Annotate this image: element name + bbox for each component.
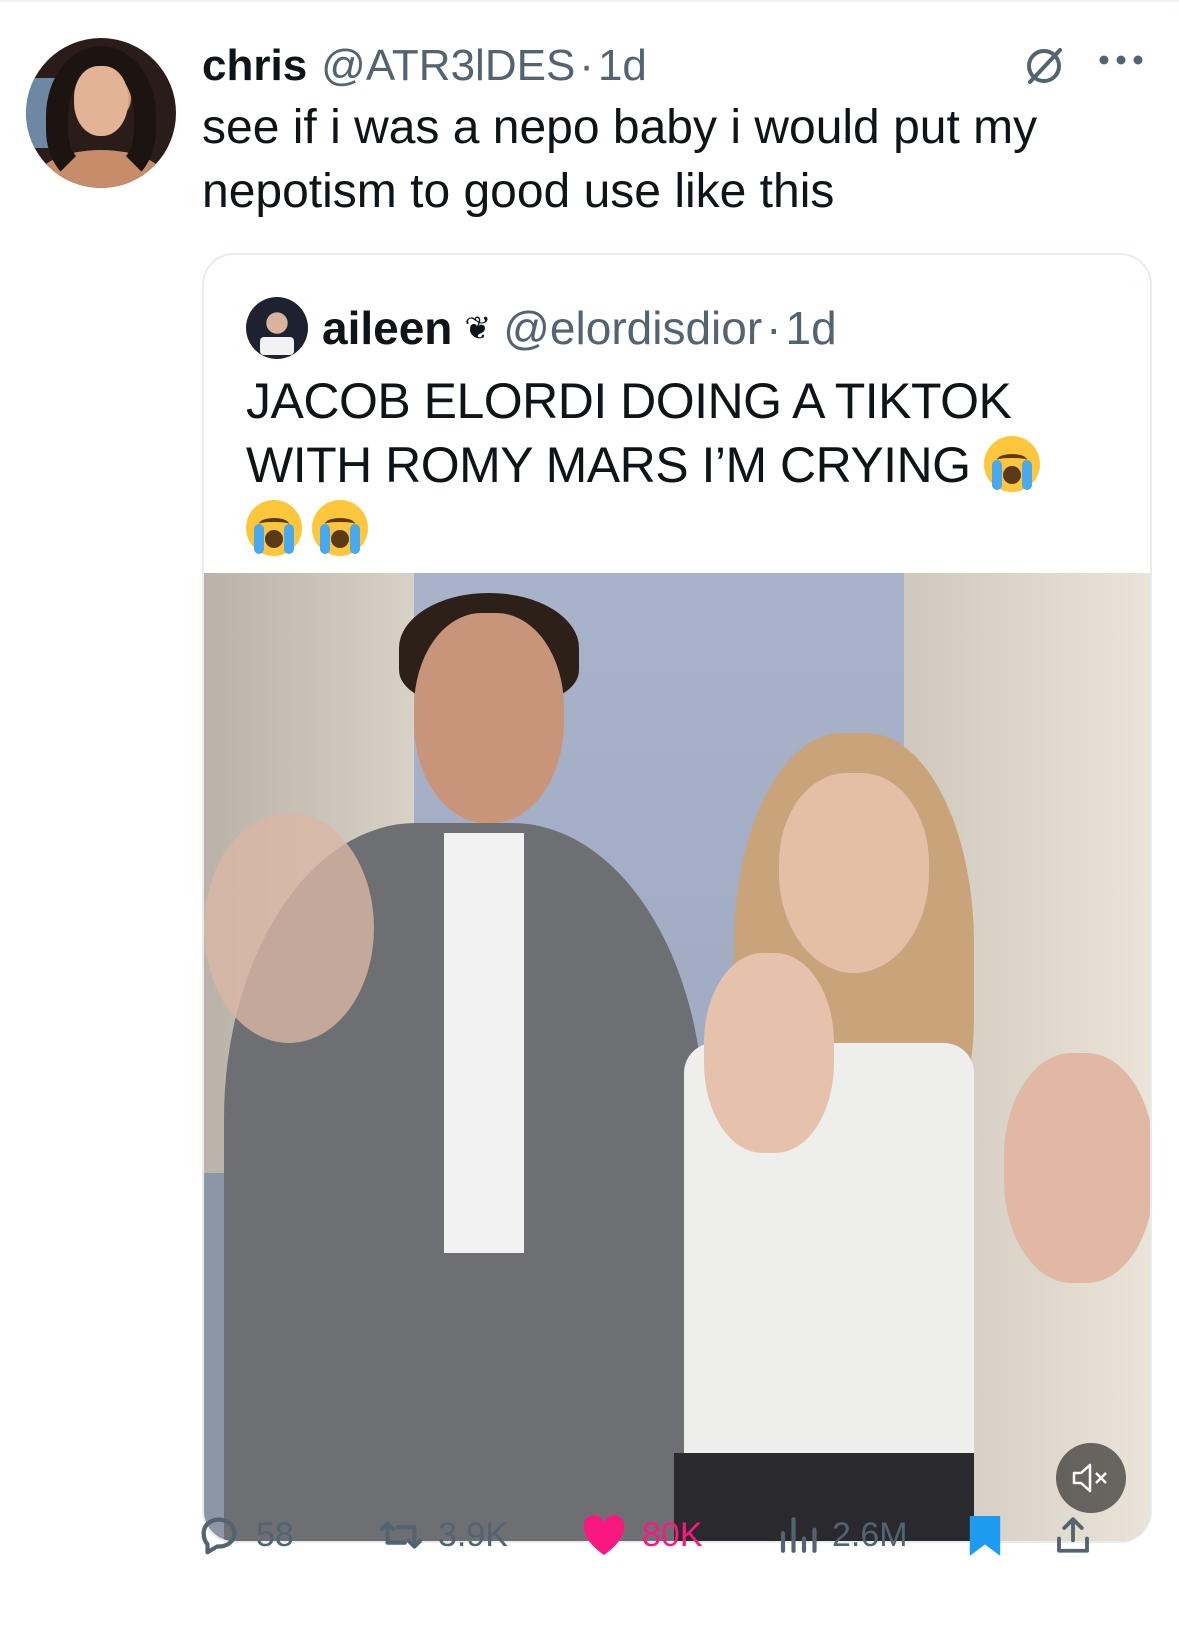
bookmark-icon [969,1516,1001,1556]
views-icon [780,1517,817,1553]
author-name[interactable]: chris [202,41,307,91]
action-bar: 58 3.9K 80K 2.6M [196,1505,1156,1565]
like-count: 80K [642,1515,703,1554]
tweet-time[interactable]: 1d [598,41,647,91]
quoted-tweet[interactable]: aileen ❦ @elordisdior · 1d JACOB ELORDI … [202,253,1152,1543]
views-button[interactable]: 2.6M [776,1505,908,1565]
views-count: 2.6M [832,1515,908,1554]
share-button[interactable] [1052,1505,1108,1565]
mute-icon[interactable] [1056,1443,1126,1513]
quoted-author-avatar[interactable] [246,297,308,359]
quoted-author-handle[interactable]: @elordisdior [503,301,762,355]
separator-dot: · [766,302,782,354]
heart-icon [583,1515,625,1555]
reply-icon [201,1517,237,1555]
tweet-text: see if i was a nepo baby i would put my … [202,101,1038,218]
top-divider [0,0,1179,2]
repost-button[interactable]: 3.9K [378,1505,508,1565]
author-avatar[interactable] [26,38,176,188]
quoted-author-name[interactable]: aileen [322,301,452,355]
like-button[interactable]: 80K [580,1505,703,1565]
heart-badge-icon: ❦ [464,310,492,346]
reply-count: 58 [256,1515,294,1554]
grok-icon[interactable] [1022,44,1066,88]
quoted-time: 1d [785,302,837,354]
repost-icon [379,1521,423,1549]
quoted-text: JACOB ELORDI DOING A TIKTOK WITH ROMY MA… [246,369,1106,561]
reply-button[interactable]: 58 [196,1505,294,1565]
bookmark-button[interactable] [966,1505,1018,1565]
more-icon[interactable] [1096,42,1146,72]
author-handle[interactable]: @ATR3lDES [321,41,575,91]
crying-face-icon [984,436,1041,492]
quoted-text-body: JACOB ELORDI DOING A TIKTOK WITH ROMY MA… [246,373,1012,493]
separator-dot: · [579,41,594,90]
crying-face-icon [312,500,368,556]
crying-face-icon [246,500,302,556]
tweet-header: chris @ATR3lDES · 1d [202,36,647,96]
repost-count: 3.9K [438,1515,508,1554]
video-player[interactable] [204,573,1150,1541]
share-icon [1057,1517,1089,1553]
quoted-header: aileen ❦ @elordisdior · 1d [322,295,837,361]
